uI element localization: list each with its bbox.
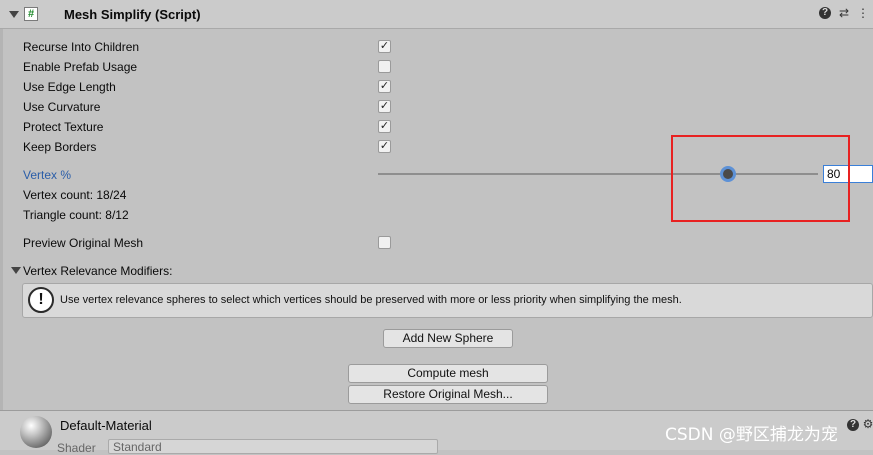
checkbox-protect-texture[interactable]: ✓ bbox=[378, 120, 391, 133]
help-box-text: Use vertex relevance spheres to select w… bbox=[60, 294, 682, 306]
option-label-recurse-into-children: Recurse Into Children bbox=[23, 40, 140, 54]
checkbox-recurse-into-children[interactable]: ✓ bbox=[378, 40, 391, 53]
vertex-relevance-modifiers-label: Vertex Relevance Modifiers: bbox=[23, 264, 173, 278]
help-box: ! Use vertex relevance spheres to select… bbox=[22, 283, 873, 318]
preview-original-mesh-label: Preview Original Mesh bbox=[23, 236, 144, 250]
modifiers-foldout-arrow-icon[interactable] bbox=[11, 267, 21, 274]
add-new-sphere-button[interactable]: Add New Sphere bbox=[383, 329, 513, 348]
material-name: Default-Material bbox=[60, 418, 152, 433]
collapse-arrow-icon[interactable] bbox=[9, 11, 19, 18]
option-label-use-edge-length: Use Edge Length bbox=[23, 80, 116, 94]
checkbox-keep-borders[interactable]: ✓ bbox=[378, 140, 391, 153]
context-menu-icon[interactable]: ⋮ bbox=[857, 7, 869, 19]
checkbox-preview-original-mesh[interactable] bbox=[378, 236, 391, 249]
inspector-left-edge bbox=[0, 0, 3, 450]
triangle-count-text: Triangle count: 8/12 bbox=[23, 208, 129, 222]
option-label-protect-texture: Protect Texture bbox=[23, 120, 104, 134]
checkbox-use-curvature[interactable]: ✓ bbox=[378, 100, 391, 113]
compute-mesh-button[interactable]: Compute mesh bbox=[348, 364, 548, 383]
material-settings-gear-icon[interactable]: ⚙ bbox=[862, 418, 873, 430]
component-title: Mesh Simplify (Script) bbox=[64, 7, 201, 22]
option-label-keep-borders: Keep Borders bbox=[23, 140, 97, 154]
checkbox-use-edge-length[interactable]: ✓ bbox=[378, 80, 391, 93]
material-preview-sphere-icon[interactable] bbox=[20, 416, 52, 448]
checkbox-enable-prefab-usage[interactable] bbox=[378, 60, 391, 73]
vertex-count-text: Vertex count: 18/24 bbox=[23, 188, 127, 202]
help-icon[interactable]: ? bbox=[819, 7, 831, 19]
shader-label: Shader bbox=[57, 441, 96, 455]
component-header[interactable]: # Mesh Simplify (Script) ? ⇄ ⋮ bbox=[0, 0, 873, 29]
vertex-percent-label: Vertex % bbox=[23, 168, 72, 182]
preset-icon[interactable]: ⇄ bbox=[838, 7, 850, 19]
shader-dropdown[interactable]: Standard bbox=[108, 439, 438, 454]
info-exclamation-icon: ! bbox=[28, 287, 54, 313]
watermark-text: CSDN @野区捕龙为宠 bbox=[665, 425, 838, 445]
script-icon: # bbox=[24, 7, 38, 21]
highlight-annotation-box bbox=[671, 135, 850, 222]
restore-original-mesh-button[interactable]: Restore Original Mesh... bbox=[348, 385, 548, 404]
material-help-icon[interactable]: ? bbox=[847, 419, 859, 431]
option-label-use-curvature: Use Curvature bbox=[23, 100, 101, 114]
option-label-enable-prefab-usage: Enable Prefab Usage bbox=[23, 60, 138, 74]
